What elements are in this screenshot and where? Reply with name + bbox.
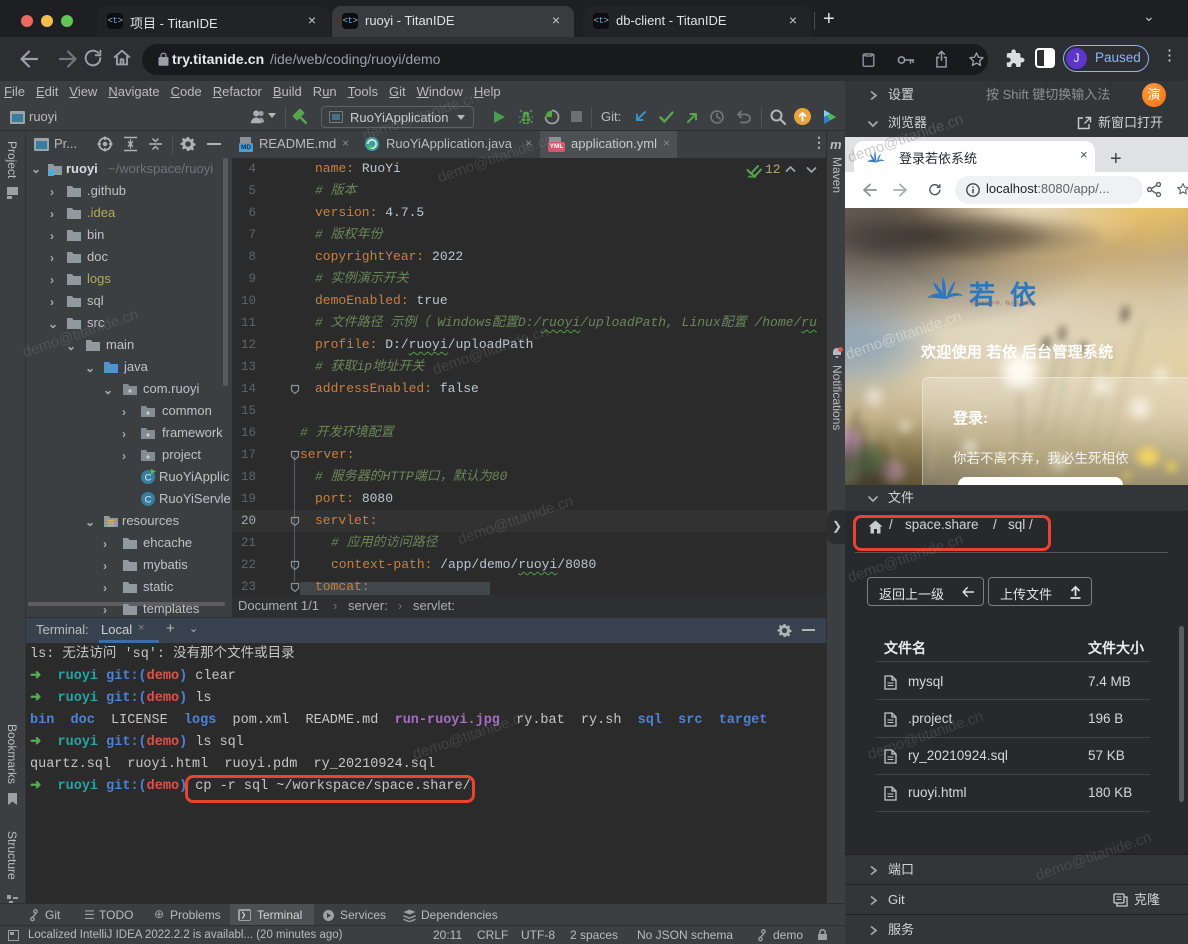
svg-text:C: C <box>145 473 152 484</box>
svg-text:C: C <box>145 495 152 506</box>
